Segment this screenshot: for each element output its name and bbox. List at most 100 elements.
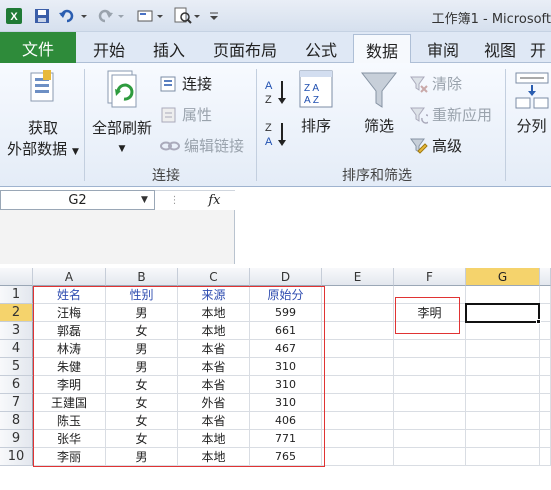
cell-b3[interactable]: 女 bbox=[106, 322, 178, 340]
tab-insert[interactable]: 插入 bbox=[140, 34, 198, 63]
customize-qa-icon[interactable] bbox=[206, 6, 222, 26]
cell-a9[interactable]: 张华 bbox=[33, 430, 106, 448]
cell-c1[interactable]: 来源 bbox=[178, 286, 250, 304]
advanced-filter-button[interactable]: 高级 bbox=[410, 135, 462, 156]
formula-input[interactable] bbox=[236, 190, 551, 264]
column-header-e[interactable]: E bbox=[322, 268, 394, 286]
column-header-h[interactable] bbox=[540, 268, 551, 286]
cell-c2[interactable]: 本地 bbox=[178, 304, 250, 322]
cell-g5[interactable] bbox=[466, 358, 540, 376]
tab-file[interactable]: 文件 bbox=[0, 32, 76, 63]
reapply-button[interactable]: 重新应用 bbox=[410, 104, 492, 125]
cell-e2[interactable] bbox=[322, 304, 394, 322]
cell-h1[interactable] bbox=[540, 286, 551, 304]
cell-a6[interactable]: 李明 bbox=[33, 376, 106, 394]
cell-h8[interactable] bbox=[540, 412, 551, 430]
cell-c9[interactable]: 本地 bbox=[178, 430, 250, 448]
row-header-5[interactable]: 5 bbox=[0, 358, 33, 376]
cell-a8[interactable]: 陈玉 bbox=[33, 412, 106, 430]
row-header-8[interactable]: 8 bbox=[0, 412, 33, 430]
tab-view[interactable]: 视图 bbox=[474, 34, 526, 63]
fill-handle[interactable] bbox=[536, 319, 541, 324]
cell-c8[interactable]: 本省 bbox=[178, 412, 250, 430]
row-header-9[interactable]: 9 bbox=[0, 430, 33, 448]
filter-button[interactable]: 筛选 bbox=[354, 69, 404, 136]
chevron-down-icon[interactable]: ▼ bbox=[141, 195, 148, 205]
sort-z-to-a-button[interactable]: ZA bbox=[262, 119, 290, 153]
cell-h5[interactable] bbox=[540, 358, 551, 376]
cell-a10[interactable]: 李丽 bbox=[33, 448, 106, 466]
column-header-c[interactable]: C bbox=[178, 268, 250, 286]
sort-button[interactable]: Z AA Z 排序 bbox=[296, 69, 336, 136]
cell-d1[interactable]: 原始分 bbox=[250, 286, 322, 304]
cell-e1[interactable] bbox=[322, 286, 394, 304]
column-header-b[interactable]: B bbox=[106, 268, 178, 286]
cell-g10[interactable] bbox=[466, 448, 540, 466]
tab-home[interactable]: 开始 bbox=[80, 34, 138, 63]
cell-g8[interactable] bbox=[466, 412, 540, 430]
cell-a5[interactable]: 朱健 bbox=[33, 358, 106, 376]
cell-h10[interactable] bbox=[540, 448, 551, 466]
cell-f5[interactable] bbox=[394, 358, 466, 376]
cell-b2[interactable]: 男 bbox=[106, 304, 178, 322]
cell-d4[interactable]: 467 bbox=[250, 340, 322, 358]
redo-icon[interactable] bbox=[94, 6, 128, 26]
cell-h6[interactable] bbox=[540, 376, 551, 394]
cell-c5[interactable]: 本省 bbox=[178, 358, 250, 376]
cell-c7[interactable]: 外省 bbox=[178, 394, 250, 412]
get-external-data-button[interactable]: 获取 外部数据 ▼ bbox=[6, 69, 80, 159]
cell-b9[interactable]: 女 bbox=[106, 430, 178, 448]
edit-links-button[interactable]: 编辑链接 bbox=[160, 135, 244, 156]
cell-c4[interactable]: 本省 bbox=[178, 340, 250, 358]
insert-function-button[interactable]: fx bbox=[208, 193, 220, 208]
properties-button[interactable]: 属性 bbox=[160, 104, 212, 125]
cell-h9[interactable] bbox=[540, 430, 551, 448]
cell-g7[interactable] bbox=[466, 394, 540, 412]
cell-f9[interactable] bbox=[394, 430, 466, 448]
save-icon[interactable] bbox=[32, 6, 52, 26]
cell-b10[interactable]: 男 bbox=[106, 448, 178, 466]
cell-b1[interactable]: 性别 bbox=[106, 286, 178, 304]
cell-h3[interactable] bbox=[540, 322, 551, 340]
cell-f8[interactable] bbox=[394, 412, 466, 430]
text-to-columns-button[interactable]: 分列 bbox=[512, 69, 551, 136]
cell-d10[interactable]: 765 bbox=[250, 448, 322, 466]
cell-d8[interactable]: 406 bbox=[250, 412, 322, 430]
cell-d7[interactable]: 310 bbox=[250, 394, 322, 412]
cell-f1[interactable] bbox=[394, 286, 466, 304]
cell-h4[interactable] bbox=[540, 340, 551, 358]
tab-data[interactable]: 数据 bbox=[353, 34, 411, 64]
name-box[interactable]: G2 bbox=[0, 190, 155, 210]
cell-d5[interactable]: 310 bbox=[250, 358, 322, 376]
cell-b4[interactable]: 男 bbox=[106, 340, 178, 358]
cell-f3[interactable] bbox=[394, 322, 466, 340]
cell-e4[interactable] bbox=[322, 340, 394, 358]
cell-h2[interactable] bbox=[540, 304, 551, 322]
undo-icon[interactable] bbox=[56, 6, 90, 26]
cell-e3[interactable] bbox=[322, 322, 394, 340]
cell-d6[interactable]: 310 bbox=[250, 376, 322, 394]
cell-e8[interactable] bbox=[322, 412, 394, 430]
cell-b6[interactable]: 女 bbox=[106, 376, 178, 394]
cell-g6[interactable] bbox=[466, 376, 540, 394]
refresh-all-button[interactable]: 全部刷新 ▼ bbox=[88, 69, 156, 154]
cell-a3[interactable]: 郭磊 bbox=[33, 322, 106, 340]
cell-c10[interactable]: 本地 bbox=[178, 448, 250, 466]
row-header-10[interactable]: 10 bbox=[0, 448, 33, 466]
cell-e6[interactable] bbox=[322, 376, 394, 394]
row-header-7[interactable]: 7 bbox=[0, 394, 33, 412]
cell-f7[interactable] bbox=[394, 394, 466, 412]
cell-c3[interactable]: 本地 bbox=[178, 322, 250, 340]
row-header-6[interactable]: 6 bbox=[0, 376, 33, 394]
cell-f2[interactable]: 李明 bbox=[394, 304, 466, 322]
cell-b7[interactable]: 女 bbox=[106, 394, 178, 412]
row-header-4[interactable]: 4 bbox=[0, 340, 33, 358]
cell-f6[interactable] bbox=[394, 376, 466, 394]
cell-a4[interactable]: 林涛 bbox=[33, 340, 106, 358]
cell-f10[interactable] bbox=[394, 448, 466, 466]
cell-a2[interactable]: 汪梅 bbox=[33, 304, 106, 322]
select-all-corner[interactable] bbox=[0, 268, 33, 286]
column-header-f[interactable]: F bbox=[394, 268, 466, 286]
tab-page-layout[interactable]: 页面布局 bbox=[200, 34, 290, 63]
sort-a-to-z-button[interactable]: AZ bbox=[262, 77, 290, 111]
